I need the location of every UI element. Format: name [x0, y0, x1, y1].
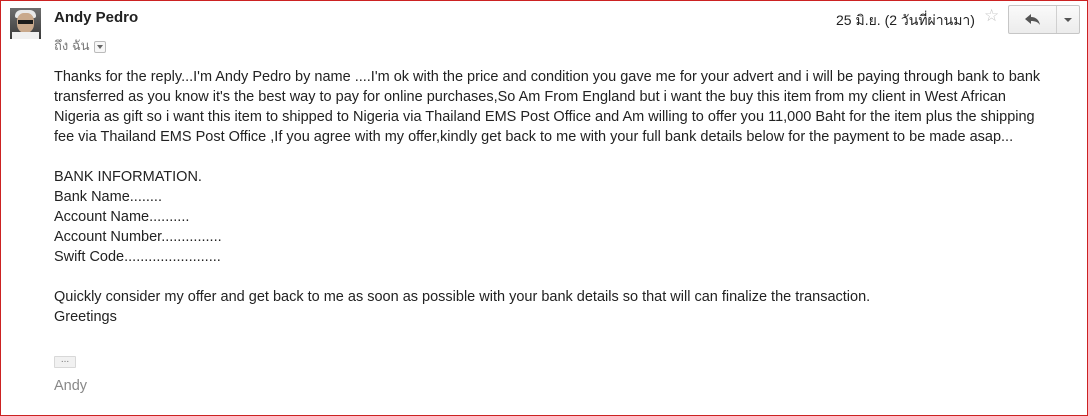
bank-info-line: Account Number............... [54, 229, 222, 245]
avatar-glasses [18, 20, 33, 24]
reply-button[interactable] [1009, 6, 1057, 33]
bank-info-line: Swift Code........................ [54, 249, 221, 265]
show-trimmed-content-button[interactable]: ... [54, 355, 76, 368]
message-paragraph: Thanks for the reply...I'm Andy Pedro by… [54, 69, 1041, 145]
signature: Andy [54, 378, 88, 394]
chevron-down-icon [1064, 17, 1072, 22]
recipient-details-dropdown[interactable] [93, 40, 106, 53]
more-actions-button[interactable] [1057, 6, 1079, 33]
message-body: Thanks for the reply...I'm Andy Pedro by… [54, 67, 1054, 327]
recipient-line: ถึง ฉัน [54, 35, 106, 56]
reply-arrow-icon [1024, 13, 1040, 25]
recipient-label: ถึง ฉัน [54, 38, 90, 53]
closing-paragraph: Quickly consider my offer and get back t… [54, 289, 871, 305]
star-outline-icon[interactable]: ☆ [984, 6, 999, 26]
avatar-shirt [12, 32, 39, 39]
reply-button-group [1008, 5, 1080, 34]
greeting-line: Greetings [54, 309, 117, 325]
bank-info-heading: BANK INFORMATION. [54, 169, 202, 185]
avatar[interactable] [10, 8, 41, 39]
bank-info-line: Bank Name........ [54, 189, 162, 205]
bank-info-line: Account Name.......... [54, 209, 190, 225]
message-date[interactable]: 25 มิ.ย. (2 วันที่ผ่านมา) [836, 10, 975, 32]
sender-name[interactable]: Andy Pedro [54, 9, 138, 26]
